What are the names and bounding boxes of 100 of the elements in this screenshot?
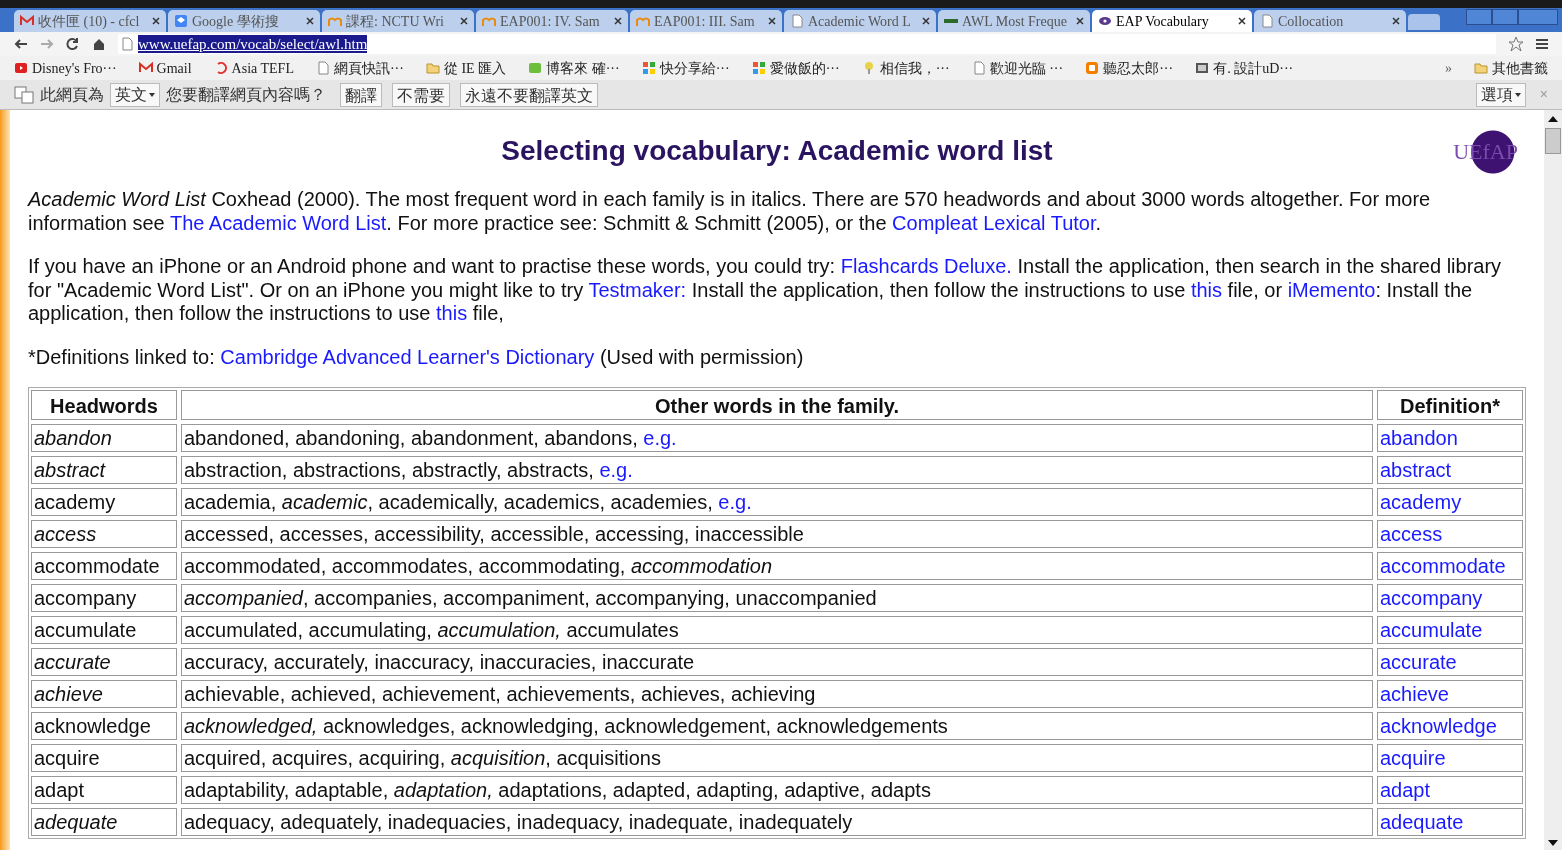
link[interactable]: iMemento bbox=[1287, 278, 1376, 301]
paragraph: Academic Word List Coxhead (2000). The most frequent word in each family is in italics. There are 570 headwords and about 3000 words altogether. For more information see The Academic Word List. For more practice see: Schmitt & Schmitt (2005), or the Compleat Lexical Tutor. bbox=[28, 188, 1432, 235]
bookmark[interactable]: 從 IE 匯入 bbox=[425, 57, 507, 79]
headword-cell: acknowledge bbox=[31, 712, 177, 740]
tab-title: Collocation bbox=[1278, 12, 1345, 31]
url-text: www.uefap.com/vocab/select/awl.htm bbox=[138, 35, 368, 53]
browser-tab[interactable]: Google 學術搜 bbox=[168, 10, 320, 32]
word-family-text: accommodated, accommodates, accommodating, accommodation bbox=[184, 555, 773, 577]
headword-cell: access bbox=[31, 520, 177, 548]
word-family-text: acquired, acquires, acquiring, acquisition, acquisitions bbox=[184, 747, 661, 769]
page-icon bbox=[120, 37, 134, 51]
bookmark-folder[interactable]: 其他書籤 bbox=[1474, 57, 1548, 79]
browser-tab[interactable]: Collocation bbox=[1254, 10, 1406, 32]
word-family-text: accompanied, accompanies, accompaniment, accompanying, unaccompanied bbox=[184, 587, 877, 609]
browser-tab[interactable]: EAP Vocabulary bbox=[1092, 10, 1252, 32]
browser-tab[interactable]: 收件匣 (10) - cfcl bbox=[14, 10, 166, 32]
paragraph: *Definitions linked to: Cambridge Advanced Learner's Dictionary (Used with permission) bbox=[28, 345, 805, 369]
close-icon[interactable] bbox=[152, 17, 160, 25]
bookmark[interactable]: 快分享給··· bbox=[641, 57, 730, 79]
browser-tab[interactable]: EAP001: IV. Sam bbox=[476, 10, 628, 32]
bookmark[interactable]: 歡迎光臨 ··· bbox=[971, 57, 1064, 79]
word-family-text: adaptability, adaptable, adaptation, adaptations, adapted, adapting, adaptive, adapts bbox=[184, 779, 931, 801]
close-icon[interactable] bbox=[614, 17, 622, 25]
close-icon[interactable] bbox=[1238, 17, 1246, 25]
translate-prompt: 此網頁為 bbox=[40, 84, 104, 105]
headword-cell: abandon bbox=[31, 424, 177, 452]
scrollbar[interactable] bbox=[1544, 110, 1562, 850]
example-link[interactable]: e.g. bbox=[599, 459, 633, 481]
close-icon[interactable] bbox=[768, 17, 776, 25]
word-family-text: abandoned, abandoning, abandonment, abandons, bbox=[184, 427, 638, 449]
browser-tab[interactable]: Academic Word L bbox=[784, 10, 936, 32]
word-family-text: adequacy, adequately, inadequacies, inadequacy, inadequate, inadequately bbox=[184, 811, 853, 833]
scroll-up-icon[interactable] bbox=[1548, 116, 1558, 122]
headword-cell: achieve bbox=[31, 680, 177, 708]
home-icon[interactable] bbox=[92, 37, 106, 51]
translate-bar-button[interactable]: 不需要 bbox=[392, 82, 450, 107]
browser-tab[interactable]: AWL Most Freque bbox=[938, 10, 1090, 32]
page-icon bbox=[315, 61, 330, 75]
bookmark[interactable]: 聽忍太郎··· bbox=[1085, 57, 1174, 79]
folder-icon bbox=[1474, 61, 1488, 75]
example-link[interactable]: e.g. bbox=[718, 491, 752, 513]
translate-icon bbox=[14, 85, 34, 104]
cap-icon bbox=[174, 14, 188, 28]
bookmark[interactable]: 相信我，··· bbox=[861, 57, 950, 79]
link[interactable]: this bbox=[1190, 278, 1223, 301]
close-icon[interactable] bbox=[922, 17, 930, 25]
bookmark[interactable]: 網頁快訊··· bbox=[315, 57, 404, 79]
link[interactable]: Testmaker: bbox=[588, 278, 687, 301]
link[interactable]: Cambridge Advanced Learner's Dictionary bbox=[220, 345, 595, 368]
link[interactable]: Compleat Lexical Tutor bbox=[892, 211, 1096, 234]
example-link[interactable]: e.g. bbox=[643, 427, 677, 449]
close-icon[interactable] bbox=[1392, 17, 1400, 25]
headword-cell: accommodate bbox=[31, 552, 177, 580]
page-icon bbox=[971, 61, 986, 75]
word-family-text: academia, academic, academically, academics, academies, bbox=[184, 491, 713, 513]
word-family-text: achievable, achieved, achievement, achievements, achieves, achieving bbox=[184, 683, 816, 705]
bookmark[interactable]: Gmail bbox=[138, 57, 192, 79]
scroll-thumb[interactable] bbox=[1545, 128, 1561, 154]
bookmark[interactable]: Asia TEFL bbox=[213, 57, 294, 79]
link[interactable]: Flashcards Deluxe. bbox=[840, 255, 1012, 277]
bookmark[interactable]: 博客來 確··· bbox=[528, 57, 620, 79]
bookmark[interactable]: Disney's Fro··· bbox=[14, 57, 117, 79]
image-icon bbox=[1195, 61, 1210, 75]
page-icon bbox=[790, 14, 804, 28]
word-family-text: acknowledged, acknowledges, acknowledging, acknowledgement, acknowledgements bbox=[184, 715, 948, 737]
close-icon[interactable] bbox=[1076, 17, 1084, 25]
language-dropdown[interactable]: 英文 bbox=[110, 82, 160, 107]
menu-icon[interactable] bbox=[1536, 38, 1548, 50]
eye-icon bbox=[1098, 14, 1112, 28]
more-bookmarks-button[interactable]: » bbox=[1445, 57, 1452, 79]
headword-cell: academy bbox=[31, 488, 177, 516]
scroll-down-icon[interactable] bbox=[1548, 840, 1558, 846]
word-family-text: accumulated, accumulating, accumulation, accumulates bbox=[184, 619, 679, 641]
options-dropdown[interactable]: 選項 bbox=[1475, 82, 1526, 107]
link[interactable]: The Academic Word List bbox=[169, 211, 387, 234]
grid-icon bbox=[641, 61, 656, 75]
paragraph: If you have an iPhone or an Android phone and want to practise these words, you could try: Flashcards Deluxe. Install the application, then search in the shared library for "Academic Word List". Or on an iPhone you might like to try Testmaker: Install the application, then follow the instructions to use this file, or iMemento: Install the application, then follow the instructions to use this file, bbox=[28, 255, 1503, 326]
reload-icon[interactable] bbox=[66, 37, 80, 51]
word-family-text: accessed, accesses, accessibility, accessible, accessing, inaccessible bbox=[184, 523, 804, 545]
browser-tab[interactable]: EAP001: III. Sam bbox=[630, 10, 782, 32]
bookmark[interactable]: 有. 設計uD··· bbox=[1195, 57, 1294, 79]
grid-icon bbox=[751, 61, 766, 75]
close-icon[interactable] bbox=[306, 17, 314, 25]
headword-cell: accumulate bbox=[31, 616, 177, 644]
link[interactable]: this bbox=[436, 302, 468, 324]
close-icon[interactable] bbox=[460, 17, 468, 25]
translate-bar-button[interactable]: 永遠不要翻譯英文 bbox=[460, 82, 598, 107]
play-icon bbox=[14, 61, 28, 75]
bookmark[interactable]: 愛做飯的··· bbox=[751, 57, 840, 79]
translate-bar-button[interactable]: 翻譯 bbox=[340, 82, 382, 107]
tab-title: EAP001: IV. Sam bbox=[500, 12, 601, 31]
headword-cell: accompany bbox=[31, 584, 177, 612]
browser-tab[interactable]: 課程: NCTU Wri bbox=[322, 10, 474, 32]
tab-title: 課程: NCTU Wri bbox=[346, 12, 445, 31]
back-icon[interactable] bbox=[14, 37, 28, 51]
tab-title: 收件匣 (10) - cfcl bbox=[38, 12, 141, 31]
blog-icon bbox=[1085, 61, 1100, 75]
column-header: Headwords bbox=[31, 390, 177, 420]
address-field[interactable]: www.uefap.com/vocab/select/awl.htm bbox=[118, 34, 1496, 54]
star-icon[interactable] bbox=[1508, 36, 1524, 52]
